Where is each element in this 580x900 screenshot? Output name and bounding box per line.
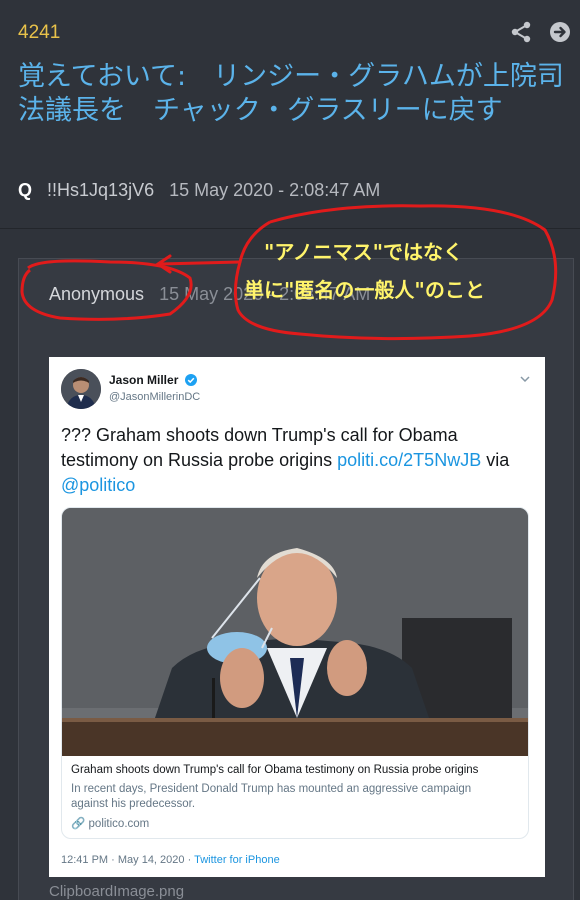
tripcode: !!Hs1Jq13jV6 xyxy=(47,180,155,200)
tweet-link[interactable]: politi.co/2T5NwJB xyxy=(337,450,481,470)
link-preview-card[interactable]: Graham shoots down Trump's call for Obam… xyxy=(61,507,529,839)
tweet-via: via xyxy=(481,450,510,470)
card-domain: 🔗 politico.com xyxy=(71,816,149,830)
tweet-screenshot[interactable]: Jason Miller @JasonMillerinDC ??? Graham… xyxy=(49,357,545,877)
author-name[interactable]: Q xyxy=(18,180,32,200)
annotation-text-line2: 単に"匿名の一般人"のこと xyxy=(244,278,485,302)
post-title: 覚えておいて: リンジー・グラハムが上院司法議長を チャック・グラスリーに戻す xyxy=(18,61,564,126)
share-icon[interactable] xyxy=(510,21,532,43)
tweet-source[interactable]: Twitter for iPhone xyxy=(194,854,280,866)
attachment-filename[interactable]: ClipboardImage.png xyxy=(49,883,184,900)
reply-author: Anonymous xyxy=(49,284,145,304)
tweet-timestamp[interactable]: 12:41 PM · May 14, 2020 · xyxy=(61,854,194,866)
news-photo xyxy=(62,508,528,756)
tweet-handle[interactable]: @JasonMillerinDC xyxy=(109,391,200,403)
card-title: Graham shoots down Trump's call for Obam… xyxy=(71,764,479,776)
author-line: Q !!Hs1Jq13jV6 15 May 2020 - 2:08:47 AM xyxy=(18,180,380,201)
reply-post: Anonymous 15 May 2020 - 2:08:47 AM Jason… xyxy=(18,258,574,900)
post-number: 4241 xyxy=(18,22,61,43)
link-icon: 🔗 xyxy=(71,818,86,830)
arrow-right-circle-icon[interactable] xyxy=(548,20,572,44)
card-domain-text: politico.com xyxy=(88,818,150,830)
divider xyxy=(0,228,580,229)
tweet-mention[interactable]: @politico xyxy=(61,475,135,495)
tweet-name-text: Jason Miller xyxy=(109,373,179,387)
chevron-down-icon[interactable] xyxy=(519,373,531,385)
verified-badge-icon xyxy=(184,374,197,386)
tweet-footer: 12:41 PM · May 14, 2020 · Twitter for iP… xyxy=(61,854,280,866)
avatar xyxy=(61,369,101,409)
tweet-author-name[interactable]: Jason Miller xyxy=(109,373,197,387)
tweet-text: ??? Graham shoots down Trump's call for … xyxy=(61,423,535,498)
post-date: 15 May 2020 - 2:08:47 AM xyxy=(169,180,381,200)
annotation-text-line1: "アノニマス"ではなく xyxy=(264,240,464,264)
card-description: In recent days, President Donald Trump h… xyxy=(71,783,472,810)
